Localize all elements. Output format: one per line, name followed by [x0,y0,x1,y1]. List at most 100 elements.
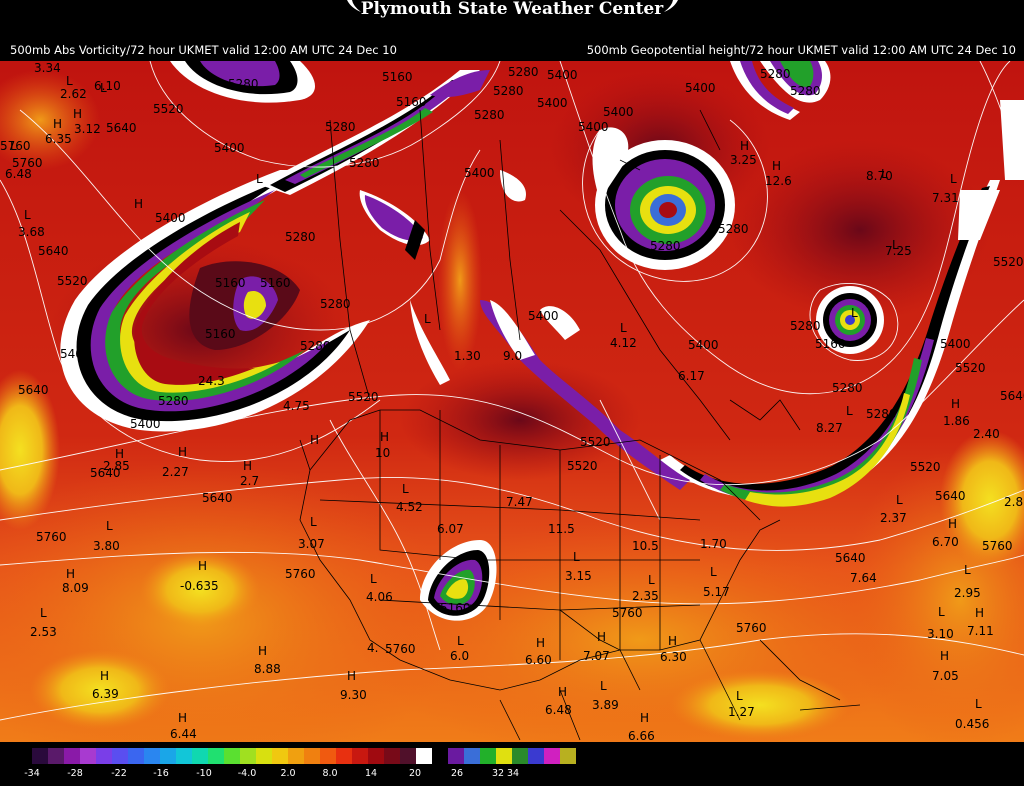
height-contour-label: 5400 [155,211,186,225]
weather-map: 5520 5640 5760 5760 5400 5400 5280 5160 5160 5280… [0,61,1024,742]
colorbar-swatch [480,748,496,764]
height-contour-label: 5640 [106,121,137,135]
vorticity-value-label: 7.31 [932,191,959,205]
high-center-marker: H [948,517,957,531]
vorticity-value-label: 9.0 [503,349,522,363]
high-center-marker: H [310,433,319,447]
low-center-marker: L [457,634,464,648]
high-center-marker: H [258,644,267,658]
height-contour-label: 5160 [382,70,413,84]
vorticity-value-label: 7.64 [850,571,877,585]
height-contour-label: 5520 [955,361,986,375]
vorticity-value-label: 4. [367,641,378,655]
colorbar-swatch [448,748,464,764]
vorticity-value-label: 4.75 [283,399,310,413]
colorbar-label: 26 [450,768,464,779]
height-contour-label: 5160 [440,601,471,615]
colorbar-label: -22 [111,768,127,779]
vorticity-value-label: 12.6 [765,174,792,188]
colorbar-swatch [192,748,208,764]
low-center-marker: L [950,172,957,186]
height-contour-label: 5760 [36,530,67,544]
colorbar-swatch [240,748,256,764]
colorbar-label: -10 [196,768,212,779]
colorbar-label: 14 [364,768,378,779]
height-contour-label: 5280 [650,239,681,253]
high-center-marker: H [597,630,606,644]
vorticity-value-label: 1.27 [728,705,755,719]
high-center-marker: H [100,669,109,683]
low-center-marker: L [620,321,627,335]
height-contour-label: 5280 [300,339,331,353]
low-center-marker: L [256,172,263,186]
colorbar-label: 34 [506,768,520,779]
vorticity-value-label: 2.62 [60,87,87,101]
weather-map-canvas: 5520564057605760540054005280 516051605280… [0,61,1024,742]
height-contour-label: 5280 [320,297,351,311]
vorticity-value-label: 8.09 [62,581,89,595]
height-contour-label: 5520 [580,435,611,449]
low-center-marker: L [66,74,73,88]
low-center-marker: L [573,550,580,564]
yellow-region [670,670,850,740]
vorticity-value-label: 2.8 [1004,495,1023,509]
height-contour-label: 5160 [260,276,291,290]
colorbar-label: 32 [491,768,505,779]
low-center-marker: L [710,565,717,579]
colorbar-swatch [128,748,144,764]
colorbar-swatch [176,748,192,764]
vorticity-value-label: 10.5 [632,539,659,553]
vorticity-value-label: 0.456 [955,717,989,731]
vorticity-value-label: 3.12 [74,122,101,136]
height-contour-label: 5640 [38,244,69,258]
colorbar-labels: -34 -28 -22 -16 -10 -4.0 2.0 8.0 14 20 26 32 34 [0,768,1024,784]
colorbar-swatch [80,748,96,764]
high-center-marker: H [668,634,677,648]
height-contour-label: 5400 [578,120,609,134]
high-center-marker: H [558,685,567,699]
high-center-marker: H [951,397,960,411]
vorticity-value-label: 3.15 [565,569,592,583]
height-contour-label: 5400 [603,105,634,119]
vorticity-value-label: 1.70 [700,537,727,551]
colorbar-swatch [96,748,112,764]
colorbar-swatch [224,748,240,764]
vorticity-value-label: 5.17 [703,585,730,599]
high-center-marker: H [73,107,82,121]
colorbar [32,748,576,764]
high-center-marker: H [178,445,187,459]
height-contour-label: 5520 [153,102,184,116]
high-center-marker: H [66,567,75,581]
height-contour-label: 5400 [685,81,716,95]
vorticity-value-label: 2.35 [632,589,659,603]
high-center-marker: H [178,711,187,725]
page-title: Plymouth State Weather Center [360,0,664,19]
low-center-marker: L [736,689,743,703]
colorbar-swatch [208,748,224,764]
colorbar-swatch [512,748,528,764]
vorticity-value-label: 1.86 [943,414,970,428]
vorticity-value-label: 3.68 [18,225,45,239]
vorticity-value-label: 6.07 [437,522,464,536]
high-center-marker: H [772,159,781,173]
height-contour-label: 5640 [935,489,966,503]
vorticity-value-label: 6.10 [94,79,121,93]
vorticity-value-label: 6.30 [660,650,687,664]
height-contour-label: 5640 [835,551,866,565]
height-contour-label: 5640 [18,383,49,397]
height-contour-label: 5160 [215,276,246,290]
vorticity-value-label: 6.17 [678,369,705,383]
height-contour-label: 5280 [790,319,821,333]
colorbar-swatch [544,748,560,764]
height-contour-label: 5280 [325,120,356,134]
colorbar-swatch [384,748,400,764]
vorticity-value-label: 7.07 [583,649,610,663]
colorbar-swatch [432,748,448,764]
vorticity-value-label: 11.5 [548,522,575,536]
height-contour-label: 5640 [1000,389,1024,403]
vorticity-value-label: 6.66 [628,729,655,742]
height-contour-label: 5520 [993,255,1024,269]
height-contour-label: 5760 [612,606,643,620]
vorticity-value-label: 7.25 [885,244,912,258]
height-contour-label: 5280 [228,77,259,91]
